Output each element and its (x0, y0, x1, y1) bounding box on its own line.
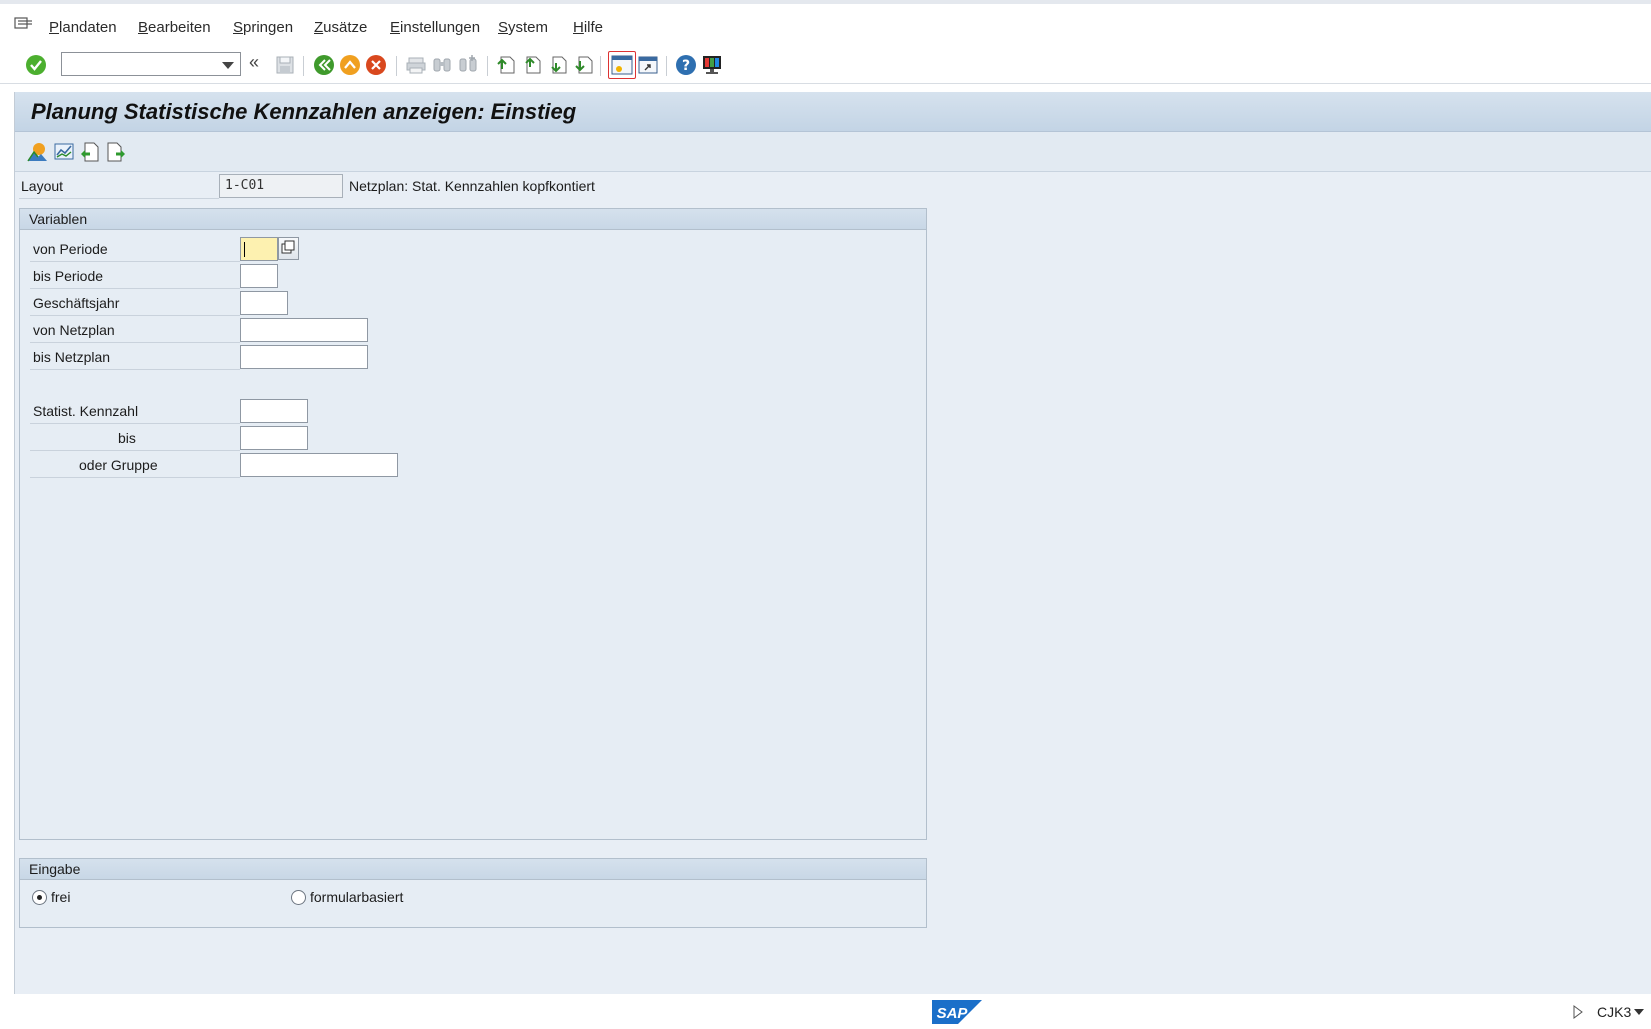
enter-check-icon[interactable] (25, 54, 47, 76)
bis-kennzahl-input[interactable] (240, 426, 308, 450)
previous-page-icon[interactable] (521, 54, 543, 76)
status-bar: SAP CJK3 (0, 994, 1651, 1029)
radio-frei[interactable] (32, 890, 47, 905)
oder-gruppe-input[interactable] (240, 453, 398, 477)
customize-layout-icon[interactable] (701, 54, 723, 76)
menu-springen[interactable]: Springen (233, 19, 293, 36)
row-divider (30, 288, 240, 289)
layout-description: Netzplan: Stat. Kennzahlen kopfkontiert (349, 178, 595, 194)
planning-chart-icon[interactable] (53, 141, 75, 163)
multiple-selection-button[interactable] (278, 237, 299, 260)
first-page-icon[interactable] (495, 54, 517, 76)
command-dropdown-icon[interactable] (222, 62, 234, 69)
toolbar-separator (666, 56, 667, 76)
variant-icon[interactable] (27, 141, 49, 163)
row-divider (30, 342, 240, 343)
radio-frei-label[interactable]: frei (51, 889, 70, 905)
last-page-icon[interactable] (573, 54, 595, 76)
cancel-icon[interactable] (365, 54, 387, 76)
menu-system[interactable]: System (498, 19, 548, 36)
toolbar-separator (487, 56, 488, 76)
radio-formularbasiert[interactable] (291, 890, 306, 905)
back-icon[interactable] (313, 54, 335, 76)
statist-kennzahl-input[interactable] (240, 399, 308, 423)
bis-netzplan-input[interactable] (240, 345, 368, 369)
menu-toggle-icon[interactable] (14, 16, 34, 32)
layout-label: Layout (21, 178, 64, 194)
von-periode-label: von Periode (33, 241, 108, 257)
row-divider (30, 369, 240, 370)
variablen-group-title: Variablen (20, 209, 926, 230)
shortcut-icon[interactable] (637, 54, 659, 76)
system-info-dropdown-icon[interactable] (1634, 1009, 1644, 1015)
menu-hilfe[interactable]: Hilfe (573, 19, 603, 36)
page-title: Planung Statistische Kennzahlen anzeigen… (31, 99, 577, 124)
toolbar-separator (396, 56, 397, 76)
menu-einstellungen[interactable]: Einstellungen (390, 19, 480, 36)
von-netzplan-label: von Netzplan (33, 322, 115, 338)
bis-netzplan-label: bis Netzplan (33, 349, 111, 365)
text-cursor (244, 242, 245, 257)
create-session-icon[interactable] (608, 51, 636, 79)
geschaeftsjahr-input[interactable] (240, 291, 288, 315)
sap-logo: SAP (932, 1000, 982, 1024)
status-expand-icon[interactable] (1572, 1004, 1584, 1023)
row-divider (30, 423, 240, 424)
screen-area: Planung Statistische Kennzahlen anzeigen… (14, 92, 1651, 994)
row-divider (30, 477, 240, 478)
toolbar-separator (303, 56, 304, 76)
title-bar: Planung Statistische Kennzahlen anzeigen… (15, 92, 1651, 132)
oder-gruppe-label: oder Gruppe (79, 457, 158, 473)
find-next-icon[interactable] (457, 54, 479, 76)
exit-icon[interactable] (339, 54, 361, 76)
print-icon[interactable] (405, 54, 427, 76)
next-document-icon[interactable] (105, 141, 127, 163)
bis-periode-input[interactable] (240, 264, 278, 288)
command-field[interactable] (61, 52, 241, 76)
geschaeftsjahr-label: Geschäftsjahr (33, 295, 120, 311)
next-page-icon[interactable] (547, 54, 569, 76)
row-divider (30, 450, 240, 451)
bis-kennzahl-label: bis (118, 430, 136, 446)
application-toolbar (15, 132, 1651, 172)
svg-text:?: ? (682, 58, 690, 74)
row-divider (30, 261, 240, 262)
von-netzplan-input[interactable] (240, 318, 368, 342)
menu-bearbeiten[interactable]: Bearbeiten (138, 19, 211, 36)
statist-kennzahl-label: Statist. Kennzahl (33, 403, 139, 419)
menu-zusaetze[interactable]: Zusätze (314, 19, 367, 36)
find-icon[interactable] (431, 54, 453, 76)
help-icon[interactable]: ? (675, 54, 697, 76)
menu-bar: Plandaten Bearbeiten Springen Zusätze Ei… (0, 0, 1651, 46)
previous-document-icon[interactable] (79, 141, 101, 163)
eingabe-group: Eingabe frei formularbasiert (19, 858, 927, 928)
svg-text:SAP: SAP (937, 1005, 969, 1022)
layout-field: 1-C01 (219, 174, 343, 198)
toolbar-separator (600, 56, 601, 76)
system-toolbar: « ? (0, 46, 1651, 84)
radio-formularbasiert-label[interactable]: formularbasiert (310, 889, 403, 905)
menu-plandaten[interactable]: Plandaten (49, 19, 117, 36)
variablen-group: Variablen von Periode bis Periode Geschä… (19, 208, 927, 840)
von-periode-input[interactable] (240, 237, 278, 261)
row-divider (19, 198, 219, 199)
row-divider (30, 315, 240, 316)
collapse-command-icon[interactable]: « (249, 52, 271, 74)
bis-periode-label: bis Periode (33, 268, 104, 284)
eingabe-group-title: Eingabe (20, 859, 926, 880)
transaction-code: CJK3 (1597, 1004, 1632, 1020)
save-icon[interactable] (274, 54, 296, 76)
